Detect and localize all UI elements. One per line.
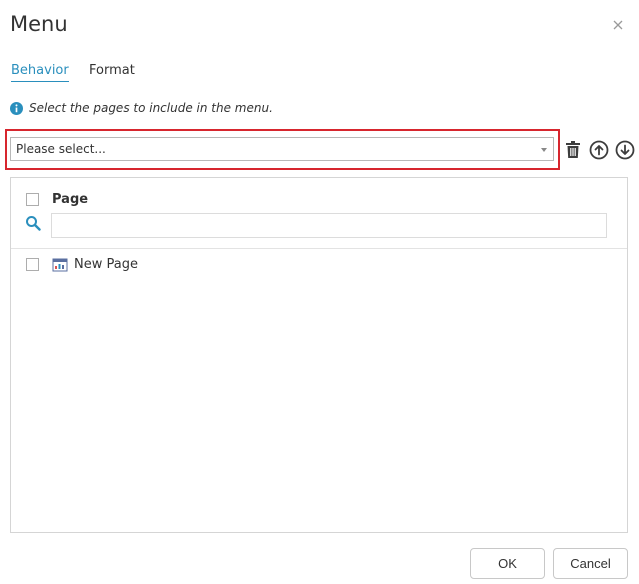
search-icon: [25, 215, 41, 231]
info-text: Select the pages to include in the menu.: [29, 101, 273, 115]
move-up-button[interactable]: [589, 140, 609, 164]
cancel-button[interactable]: Cancel: [553, 548, 628, 579]
header-divider: [11, 248, 627, 249]
arrow-up-circle-icon: [589, 140, 609, 160]
close-icon: [613, 20, 623, 30]
column-header-page: Page: [52, 192, 89, 207]
arrow-down-circle-icon: [615, 140, 635, 160]
trash-icon: [566, 141, 580, 158]
select-all-checkbox[interactable]: [26, 193, 39, 206]
tab-format[interactable]: Format: [89, 63, 135, 78]
list-item-label: New Page: [74, 257, 138, 272]
delete-button[interactable]: [565, 141, 581, 163]
page-select-value: Please select...: [16, 142, 106, 156]
chevron-down-icon: [541, 148, 547, 152]
move-down-button[interactable]: [615, 140, 635, 164]
page-list-panel: Page New Page: [10, 177, 628, 533]
list-item[interactable]: New Page: [11, 254, 627, 276]
dialog-title: Menu: [10, 12, 68, 36]
page-icon: [52, 257, 68, 273]
list-item-checkbox[interactable]: [26, 258, 39, 271]
info-message: Select the pages to include in the menu.: [10, 100, 273, 116]
page-search-input[interactable]: [51, 213, 607, 238]
ok-button[interactable]: OK: [470, 548, 545, 579]
info-icon: [10, 101, 23, 115]
page-select-dropdown[interactable]: Please select...: [10, 137, 554, 161]
tab-behavior[interactable]: Behavior: [11, 63, 69, 82]
close-button[interactable]: [610, 17, 626, 33]
